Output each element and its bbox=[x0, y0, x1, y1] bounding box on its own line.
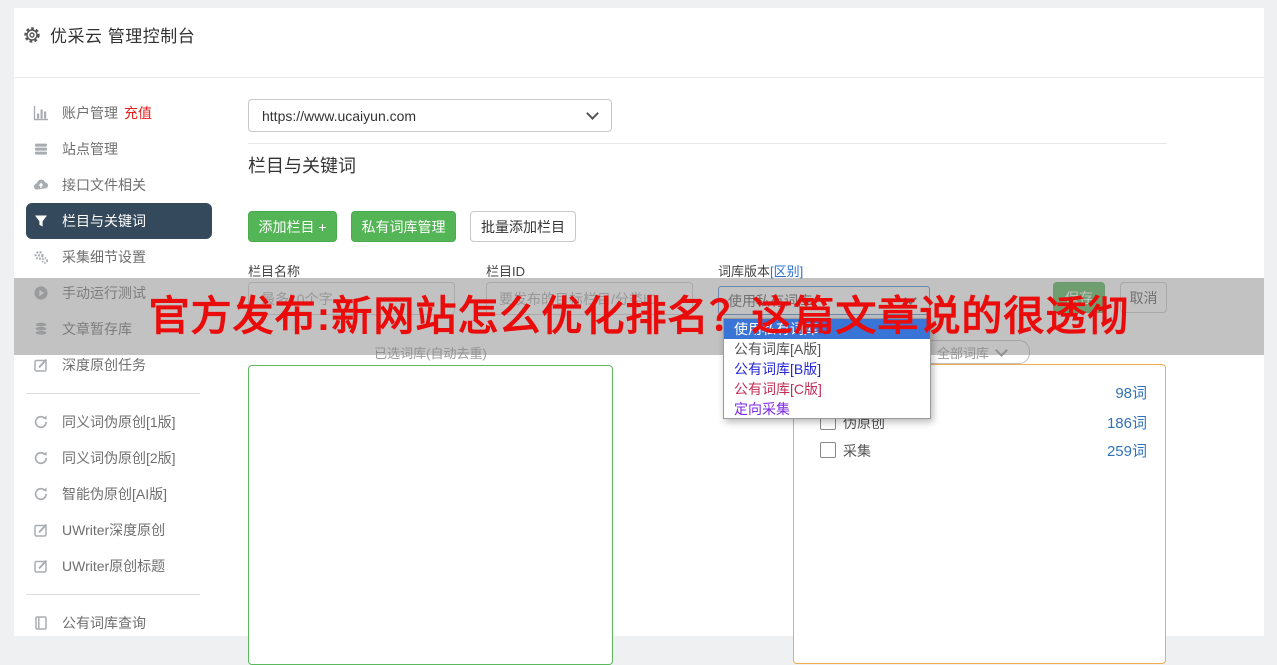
book-icon bbox=[33, 615, 49, 631]
bar-chart-icon bbox=[33, 105, 49, 121]
sidebar-item-label: 深度原创任务 bbox=[62, 357, 146, 373]
app-header: 优采云 管理控制台 bbox=[14, 8, 1264, 77]
edit-icon bbox=[33, 558, 49, 574]
chevron-down-icon bbox=[586, 107, 599, 120]
sidebar-item-label: 公有词库查询 bbox=[62, 615, 146, 631]
sidebar-item-label: 采集细节设置 bbox=[62, 249, 146, 265]
sidebar-item-label: 栏目与关键词 bbox=[62, 213, 146, 229]
batch-add-button[interactable]: 批量添加栏目 bbox=[470, 211, 576, 242]
sidebar-item-synonym-v1[interactable]: 同义词伪原创[1版] bbox=[26, 404, 212, 440]
sidebar-item-account[interactable]: 账户管理 充值 bbox=[26, 95, 212, 131]
option-public-lib-b[interactable]: 公有词库[B版] bbox=[724, 359, 930, 379]
sidebar-item-label: 智能伪原创[AI版] bbox=[62, 486, 168, 502]
sidebar-item-label: UWriter深度原创 bbox=[62, 522, 166, 538]
sidebar: 账户管理 充值 站点管理 接口文件相关 栏目与关键词 采集细节设置 手动运行测试 bbox=[14, 95, 214, 641]
option-public-lib-c[interactable]: 公有词库[C版] bbox=[724, 379, 930, 399]
sidebar-item-collect-settings[interactable]: 采集细节设置 bbox=[26, 239, 212, 275]
funnel-icon bbox=[33, 213, 49, 229]
add-column-button[interactable]: 添加栏目 + bbox=[248, 211, 337, 242]
sidebar-item-uwriter-deep[interactable]: UWriter深度原创 bbox=[26, 512, 212, 548]
sidebar-item-ai-pseudo-original[interactable]: 智能伪原创[AI版] bbox=[26, 476, 212, 512]
row-label-collect: 采集 bbox=[843, 443, 871, 459]
header-divider bbox=[14, 77, 1264, 78]
site-selector-value: https://www.ucaiyun.com bbox=[262, 107, 417, 124]
private-lib-button[interactable]: 私有词库管理 bbox=[351, 211, 456, 242]
sidebar-item-label: 同义词伪原创[1版] bbox=[62, 414, 176, 430]
word-count: 98词 bbox=[1115, 385, 1147, 402]
sidebar-item-label: UWriter原创标题 bbox=[62, 558, 166, 574]
sidebar-item-label: 同义词伪原创[2版] bbox=[62, 450, 176, 466]
refresh-icon bbox=[33, 486, 49, 502]
option-directed-collect[interactable]: 定向采集 bbox=[724, 399, 930, 419]
sidebar-item-label: 账户管理 bbox=[62, 105, 118, 121]
server-icon bbox=[33, 141, 49, 157]
promo-headline: 官方发布:新网站怎么优化排名？这篇文章说的很透彻 bbox=[148, 293, 1130, 339]
gear-icon bbox=[22, 25, 42, 45]
word-count: 186词 bbox=[1106, 415, 1147, 432]
edit-icon bbox=[33, 522, 49, 538]
site-selector[interactable]: https://www.ucaiyun.com bbox=[248, 99, 612, 132]
sidebar-item-synonym-v2[interactable]: 同义词伪原创[2版] bbox=[26, 440, 212, 476]
cloud-upload-icon bbox=[33, 177, 49, 193]
word-count: 259词 bbox=[1106, 443, 1147, 460]
refresh-icon bbox=[33, 414, 49, 430]
sidebar-divider bbox=[26, 393, 200, 394]
selected-keywords-box[interactable] bbox=[248, 365, 613, 665]
sidebar-item-label: 站点管理 bbox=[62, 141, 118, 157]
checkbox-collect[interactable] bbox=[820, 442, 836, 458]
section-divider bbox=[248, 143, 1167, 144]
sidebar-item-columns-keywords[interactable]: 栏目与关键词 bbox=[26, 203, 212, 239]
app-title: 优采云 管理控制台 bbox=[50, 27, 196, 46]
lib-version-diff-link[interactable]: [区别] bbox=[770, 264, 803, 279]
sidebar-divider bbox=[26, 594, 200, 595]
edit-icon bbox=[33, 357, 49, 373]
sidebar-item-sites[interactable]: 站点管理 bbox=[26, 131, 212, 167]
sidebar-item-interface-files[interactable]: 接口文件相关 bbox=[26, 167, 212, 203]
refresh-icon bbox=[33, 450, 49, 466]
sidebar-item-uwriter-title[interactable]: UWriter原创标题 bbox=[26, 548, 212, 584]
page-title: 栏目与关键词 bbox=[248, 156, 356, 176]
recharge-badge[interactable]: 充值 bbox=[124, 103, 152, 123]
lib-version-text: 词库版本 bbox=[718, 264, 771, 279]
sidebar-item-label: 接口文件相关 bbox=[62, 177, 146, 193]
gears-icon bbox=[33, 249, 49, 265]
